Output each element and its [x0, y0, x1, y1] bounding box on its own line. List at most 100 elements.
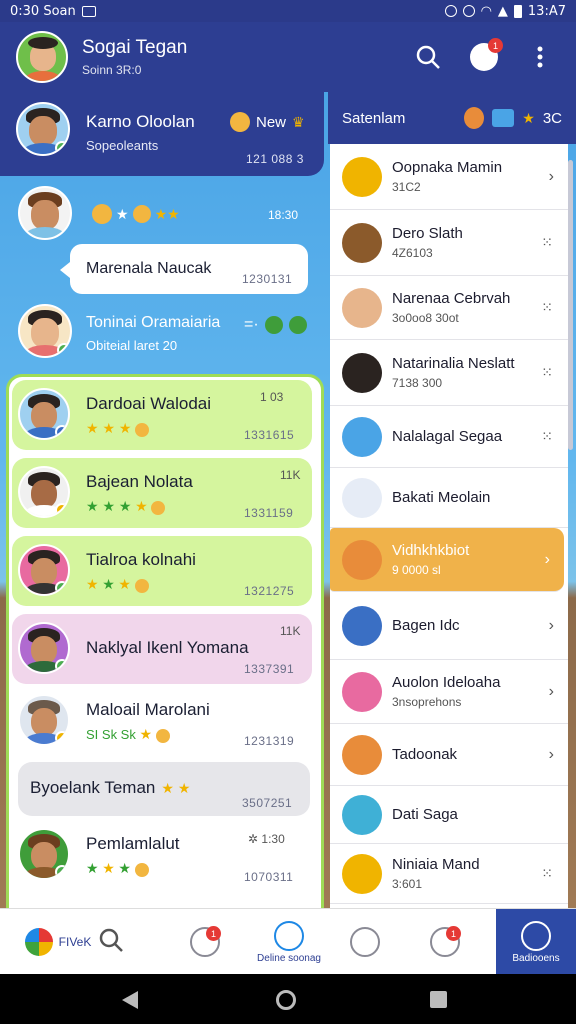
chat-id: 1337391 — [244, 662, 295, 676]
contacts-panel: Satenlam ★ 3C Oopnaka Mamin 31C2 › Dero Sla… — [328, 92, 576, 908]
face-icon — [274, 920, 304, 951]
contact-item[interactable]: Auolon Ideloaha 3nsoprehons › — [330, 660, 568, 724]
chat-item[interactable]: Naklyal Ikenl Yomana 11K 1337391 — [12, 614, 312, 684]
face-icon — [350, 927, 380, 957]
frog-icon — [264, 316, 283, 334]
chat-item[interactable]: Karno Oloolan Sopeoleants New ♛ 121 088 … — [0, 92, 324, 176]
contact-item[interactable]: Vidhkhkbiot 9 0000 sl › — [330, 528, 564, 592]
contact-item[interactable]: Bagen Idc › — [330, 592, 568, 660]
contact-item[interactable]: Tadoonak › — [330, 724, 568, 786]
avatar — [18, 304, 72, 358]
chat-id: 3507251 — [242, 796, 293, 810]
nav-label: Badiooens — [512, 952, 560, 964]
chat-name: Naklyal Ikenl Yomana — [86, 638, 249, 657]
emoji-icon — [92, 204, 112, 224]
chat-item[interactable]: ★ ★★ 18:30 Marenala Naucak 1230131 — [0, 182, 324, 294]
contact-item[interactable]: Dero Slath 4Z6103 ⁙ — [330, 210, 568, 276]
chat-item[interactable]: Dardoai Walodai ★ ★ ★ 1 03 1331615 — [12, 380, 312, 450]
options-icon[interactable]: ⁙ — [541, 428, 554, 445]
chevron-right-icon[interactable]: › — [549, 746, 554, 764]
more-menu-button[interactable] — [524, 41, 556, 73]
contact-avatar — [342, 352, 382, 393]
nav-item-notifications[interactable]: 1 — [170, 909, 240, 975]
options-icon[interactable]: ⁙ — [541, 299, 554, 316]
contact-name: Narenaa Cebrvah — [392, 290, 511, 307]
contact-status: 3:601 — [392, 877, 423, 891]
chat-item[interactable]: Toninai Oramaiaria Obiteial laret 20 =· — [0, 300, 324, 370]
status-time: 0:30 Soan — [10, 3, 76, 19]
face-icon: 1 — [430, 926, 461, 957]
chat-id: 121 088 3 — [246, 152, 304, 166]
chat-preview: Obiteial laret 20 — [86, 338, 178, 353]
chat-id: 1331615 — [244, 428, 295, 442]
contact-item[interactable]: Niniaia Mand 3:601 ⁙ — [330, 844, 568, 904]
chat-name: Tialroa kolnahi — [86, 550, 196, 569]
nav-item-home[interactable]: Deline soonag — [244, 909, 334, 975]
chat-item[interactable]: Pemlamlalut ★ ★ ★ ✲ 1:30 1070311 — [12, 824, 312, 888]
home-button[interactable] — [276, 990, 296, 1010]
search-button[interactable] — [412, 41, 444, 73]
contact-item[interactable]: Nalalagal Segaa ⁙ — [330, 406, 568, 468]
chat-name: Toninai Oramaiaria — [86, 314, 221, 331]
chat-item[interactable]: Maloail Marolani SI Sk Sk ★ 1231319 — [12, 690, 312, 754]
chat-meta: 1 03 — [260, 390, 284, 404]
chevron-right-icon[interactable]: › — [549, 683, 554, 701]
emoji-icon — [134, 862, 149, 877]
nav-item-fivek[interactable]: FIVeK — [0, 909, 150, 975]
contact-item[interactable]: Natarinalia Neslatt 7138 300 ⁙ — [330, 340, 568, 406]
notifications-button[interactable]: 1 — [468, 38, 503, 73]
chat-item[interactable]: Byoelank Teman ★ ★ 3507251 — [18, 762, 310, 816]
profile-avatar[interactable] — [16, 31, 68, 83]
nav-item-profile[interactable]: Badiooens — [496, 909, 576, 975]
options-icon[interactable]: ⁙ — [541, 364, 554, 381]
contact-status: 3nsoprehons — [392, 695, 462, 709]
contact-name: Dero Slath — [392, 225, 463, 242]
chat-meta: 1:30 — [261, 832, 285, 846]
contact-name: Vidhkhkbiot — [392, 542, 470, 559]
person-icon — [521, 920, 551, 951]
chat-name: Pemlamlalut — [86, 834, 180, 853]
chevron-right-icon[interactable]: › — [549, 168, 554, 186]
chevron-right-icon[interactable]: › — [545, 551, 550, 569]
contact-name: Niniaia Mand — [392, 856, 480, 873]
avatar — [18, 694, 70, 746]
contact-list: Oopnaka Mamin 31C2 › Dero Slath 4Z6103 ⁙ Naren… — [330, 144, 568, 908]
options-icon[interactable]: ⁙ — [541, 865, 554, 882]
avatar — [18, 388, 70, 440]
nav-label: FIVeK — [58, 935, 92, 949]
bottom-nav: FIVeK 1 Deline soonag 1 Badiooens — [0, 908, 576, 975]
chat-message: Marenala Naucak — [86, 260, 212, 277]
nav-item-social[interactable] — [330, 909, 400, 975]
contact-avatar — [342, 605, 382, 646]
contact-item[interactable]: Oopnaka Mamin 31C2 › — [330, 144, 568, 210]
back-button[interactable] — [122, 991, 138, 1009]
contact-avatar — [342, 734, 382, 775]
contact-item[interactable]: Bakati Meolain — [330, 468, 568, 528]
recents-button[interactable] — [430, 991, 447, 1008]
character-icon — [464, 107, 485, 129]
notification-badge: 1 — [488, 38, 503, 53]
battery-icon — [513, 4, 522, 18]
chat-name: Byoelank Teman — [30, 778, 156, 797]
contact-avatar — [342, 287, 382, 328]
crown-icon: ♛ — [292, 113, 305, 130]
contact-item[interactable]: Dati Saga — [330, 786, 568, 844]
notification-icon — [81, 5, 96, 17]
contact-item[interactable]: Narenaa Cebrvah 3o0oo8 30ot ⁙ — [330, 276, 568, 340]
alarm-icon — [444, 5, 457, 17]
contact-name: Bakati Meolain — [392, 489, 491, 506]
frog-icon — [288, 316, 307, 334]
scrollbar[interactable] — [568, 160, 573, 450]
app-title: Sogai Tegan — [82, 37, 188, 58]
panel-header: Satenlam ★ 3C — [328, 92, 576, 144]
options-icon[interactable]: ⁙ — [541, 234, 554, 251]
emoji-icon — [151, 500, 166, 515]
nav-item-alerts[interactable]: 1 — [410, 909, 480, 975]
chat-item[interactable]: Bajean Nolata ★ ★ ★ ★ 11K 1331159 — [12, 458, 312, 528]
contact-status: 4Z6103 — [392, 246, 433, 260]
avatar — [16, 102, 70, 156]
chat-item[interactable]: Tialroa kolnahi ★ ★ ★ 1321275 — [12, 536, 312, 606]
chevron-right-icon[interactable]: › — [549, 617, 554, 635]
nav-badge: 1 — [206, 926, 221, 941]
chat-name: Karno Oloolan — [86, 112, 195, 131]
